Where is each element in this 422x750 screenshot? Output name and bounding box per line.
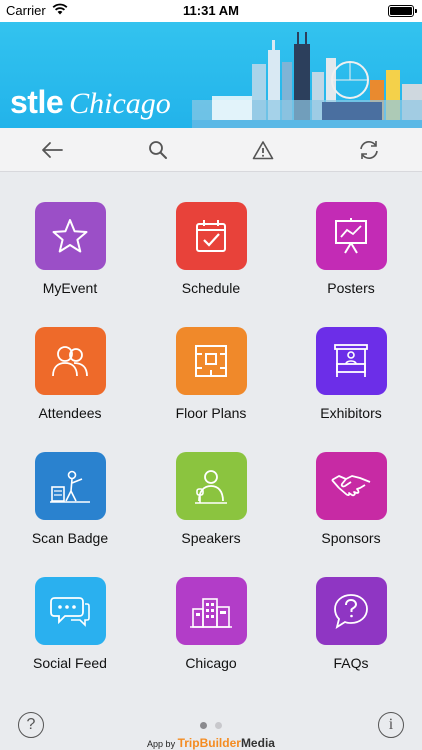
- tile-speakers[interactable]: Speakers: [151, 452, 271, 572]
- banner-title: stle Chicago: [10, 84, 171, 121]
- back-button[interactable]: [36, 134, 68, 166]
- tile-faqs[interactable]: FAQs: [291, 577, 411, 697]
- banner-city: Chicago: [69, 87, 171, 120]
- tile-floor-plans[interactable]: Floor Plans: [151, 327, 271, 447]
- tile-myevent[interactable]: MyEvent: [10, 202, 130, 322]
- city-buildings-icon: [190, 598, 232, 628]
- brand-logo-text: stle: [10, 84, 64, 120]
- refresh-icon: [360, 141, 378, 159]
- tile-attendees-label: Attendees: [38, 405, 102, 421]
- page-dot-2[interactable]: [215, 722, 222, 729]
- tile-floor-plans-bg: [175, 327, 247, 395]
- tile-posters[interactable]: Posters: [291, 202, 411, 322]
- tile-sponsors-bg: [315, 452, 387, 520]
- info-icon: i: [388, 716, 394, 733]
- calendar-check-icon: [196, 220, 226, 252]
- tile-sponsors[interactable]: Sponsors: [291, 452, 411, 572]
- alert-icon: [252, 141, 274, 160]
- feature-grid: MyEvent Schedule Posters Attendees Floor…: [0, 172, 422, 702]
- alerts-button[interactable]: [247, 134, 279, 166]
- presentation-board-icon: [335, 218, 367, 254]
- handshake-icon: [331, 475, 371, 497]
- help-button[interactable]: ?: [18, 712, 44, 738]
- tile-attendees-bg: [34, 327, 106, 395]
- credit-brand-a: TripBuilder: [177, 736, 241, 750]
- tile-schedule-label: Schedule: [181, 280, 241, 296]
- refresh-button[interactable]: [353, 134, 385, 166]
- tile-schedule-bg: [175, 202, 247, 270]
- toolbar: [0, 128, 422, 172]
- app-credit[interactable]: App by TripBuilderMedia: [0, 736, 422, 750]
- tile-exhibitors[interactable]: Exhibitors: [291, 327, 411, 447]
- credit-brand-b: Media: [240, 736, 275, 750]
- tile-scan-badge[interactable]: Scan Badge: [10, 452, 130, 572]
- search-button[interactable]: [142, 134, 174, 166]
- tile-exhibitors-label: Exhibitors: [320, 405, 382, 421]
- tile-exhibitors-bg: [315, 327, 387, 395]
- footer: ? App by TripBuilderMedia i: [0, 702, 422, 750]
- back-arrow-icon: [42, 142, 63, 158]
- tile-chicago-bg: [175, 577, 247, 645]
- tile-speakers-label: Speakers: [181, 530, 241, 546]
- help-icon: ?: [26, 716, 36, 733]
- tile-posters-label: Posters: [327, 280, 375, 296]
- tile-social-feed[interactable]: Social Feed: [10, 577, 130, 697]
- people-icon: [52, 346, 88, 377]
- tile-social-feed-bg: [34, 577, 106, 645]
- tile-speakers-bg: [175, 452, 247, 520]
- credit-prefix: App by: [147, 739, 176, 749]
- tile-floor-plans-label: Floor Plans: [175, 405, 247, 421]
- page-dot-1[interactable]: [200, 722, 207, 729]
- info-button[interactable]: i: [378, 712, 404, 738]
- tile-schedule[interactable]: Schedule: [151, 202, 271, 322]
- tile-attendees[interactable]: Attendees: [10, 327, 130, 447]
- tile-faqs-bg: [315, 577, 387, 645]
- tile-faqs-label: FAQs: [333, 655, 369, 671]
- status-time: 11:31 AM: [183, 3, 239, 18]
- scan-person-icon: [50, 470, 90, 503]
- tile-chicago-label: Chicago: [185, 655, 237, 671]
- star-icon: [52, 219, 88, 253]
- tile-chicago[interactable]: Chicago: [151, 577, 271, 697]
- chat-bubbles-icon: [50, 597, 90, 627]
- exhibitor-booth-icon: [334, 344, 368, 377]
- tile-sponsors-label: Sponsors: [321, 530, 381, 546]
- question-bubble-icon: [334, 594, 368, 629]
- battery-icon: [388, 5, 417, 17]
- status-bar: Carrier 11:31 AM: [0, 0, 422, 22]
- tile-myevent-bg: [34, 202, 106, 270]
- floor-plan-icon: [195, 345, 227, 377]
- page-indicator[interactable]: [200, 722, 222, 729]
- tile-myevent-label: MyEvent: [42, 280, 98, 296]
- event-banner: stle Chicago: [0, 22, 422, 128]
- tile-social-feed-label: Social Feed: [33, 655, 107, 671]
- tile-scan-badge-label: Scan Badge: [31, 530, 109, 546]
- chicago-skyline-icon: [192, 32, 422, 128]
- tile-scan-badge-bg: [34, 452, 106, 520]
- tile-posters-bg: [315, 202, 387, 270]
- speaker-icon: [195, 470, 227, 504]
- search-icon: [149, 141, 167, 159]
